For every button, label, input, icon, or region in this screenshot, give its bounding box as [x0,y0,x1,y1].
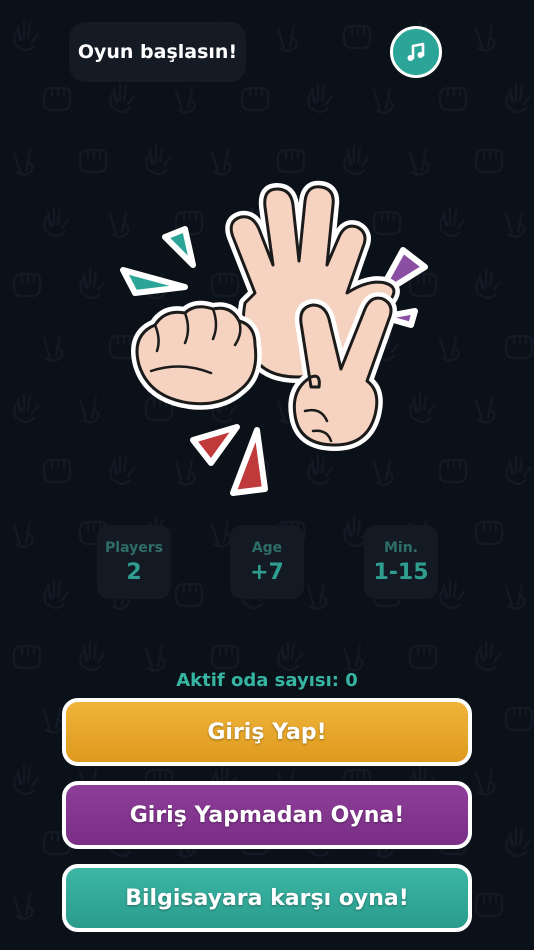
pattern-hand-doodle [78,148,108,174]
pattern-hand-doodle [474,892,504,918]
play-vs-computer-button[interactable]: Bilgisayara karşı oyna! [62,864,472,932]
red-triangle-big [230,427,268,496]
pattern-hand-doodle [438,86,468,112]
pattern-hand-doodle [210,148,232,176]
stat-card-duration: Min. 1-15 [364,525,438,599]
rock-paper-scissors-illustration [120,180,428,496]
pattern-hand-doodle [43,206,70,238]
teal-triangle-left [120,267,188,296]
pattern-hand-doodle [174,86,196,114]
pattern-hand-doodle [408,644,438,670]
pattern-hand-doodle [13,764,40,796]
pattern-hand-doodle [210,520,232,548]
stat-value-age: +7 [250,559,284,585]
pattern-hand-doodle [343,144,370,176]
red-triangle-small [190,424,240,466]
pattern-hand-doodle [505,82,532,114]
pattern-hand-doodle [42,334,64,362]
pattern-hand-doodle [439,206,466,238]
pattern-hand-doodle [79,268,106,300]
pattern-hand-doodle [474,148,504,174]
pattern-hand-doodle [474,396,496,424]
pattern-hand-doodle [42,86,72,112]
pattern-hand-doodle [277,640,304,672]
pattern-hand-doodle [306,582,328,610]
rock-hand-icon [131,300,262,410]
stat-value-players: 2 [126,559,142,585]
stat-card-players: Players 2 [97,525,171,599]
pattern-hand-doodle [13,392,40,424]
stat-value-duration: 1-15 [373,559,429,585]
pattern-hand-doodle [307,82,334,114]
pattern-hand-doodle [12,520,34,548]
pattern-hand-doodle [504,582,526,610]
teal-triangle-small [162,226,196,268]
pattern-hand-doodle [474,24,496,52]
stat-label-players: Players [105,539,163,556]
game-status-banner: Oyun başlasın! [69,22,246,82]
pattern-hand-doodle [79,640,106,672]
pattern-hand-doodle [12,272,42,298]
pattern-hand-doodle [43,578,70,610]
pattern-hand-doodle [505,826,532,858]
pattern-hand-doodle [240,86,270,112]
pattern-hand-doodle [504,210,526,238]
stat-label-age: Age [251,539,283,556]
pattern-hand-doodle [276,148,306,174]
pattern-hand-doodle [372,86,394,114]
pattern-hand-doodle [408,148,430,176]
stat-card-age: Age +7 [230,525,304,599]
pattern-hand-doodle [438,458,468,484]
pattern-hand-doodle [42,706,64,734]
pattern-hand-doodle [439,578,466,610]
pattern-hand-doodle [42,458,72,484]
pattern-hand-doodle [342,24,372,50]
play-as-guest-button[interactable]: Giriş Yapmadan Oyna! [62,781,472,849]
music-note-icon [407,42,425,61]
pattern-hand-doodle [13,20,40,52]
pattern-hand-doodle [78,396,100,424]
login-button[interactable]: Giriş Yap! [62,698,472,766]
pattern-hand-doodle [475,640,502,672]
pattern-hand-doodle [475,268,502,300]
pattern-hand-doodle [276,24,298,52]
game-status-text: Oyun başlasın! [77,41,238,63]
pattern-hand-doodle [474,768,496,796]
pattern-hand-doodle [109,82,136,114]
music-toggle-button[interactable] [390,26,442,78]
pattern-hand-doodle [438,334,460,362]
pattern-hand-doodle [210,644,240,670]
pattern-hand-doodle [12,644,42,670]
pattern-hand-doodle [504,706,534,732]
pattern-hand-doodle [145,144,172,176]
pattern-hand-doodle [342,644,364,672]
pattern-hand-doodle [174,582,204,608]
pattern-hand-doodle [504,334,534,360]
pattern-hand-doodle [12,892,34,920]
pattern-hand-doodle [505,454,532,486]
pattern-hand-doodle [12,148,34,176]
pattern-hand-doodle [144,644,166,672]
pattern-hand-doodle [474,520,504,546]
stat-label-duration: Min. [383,539,418,556]
active-room-count: Aktif oda sayısı: 0 [176,670,358,691]
